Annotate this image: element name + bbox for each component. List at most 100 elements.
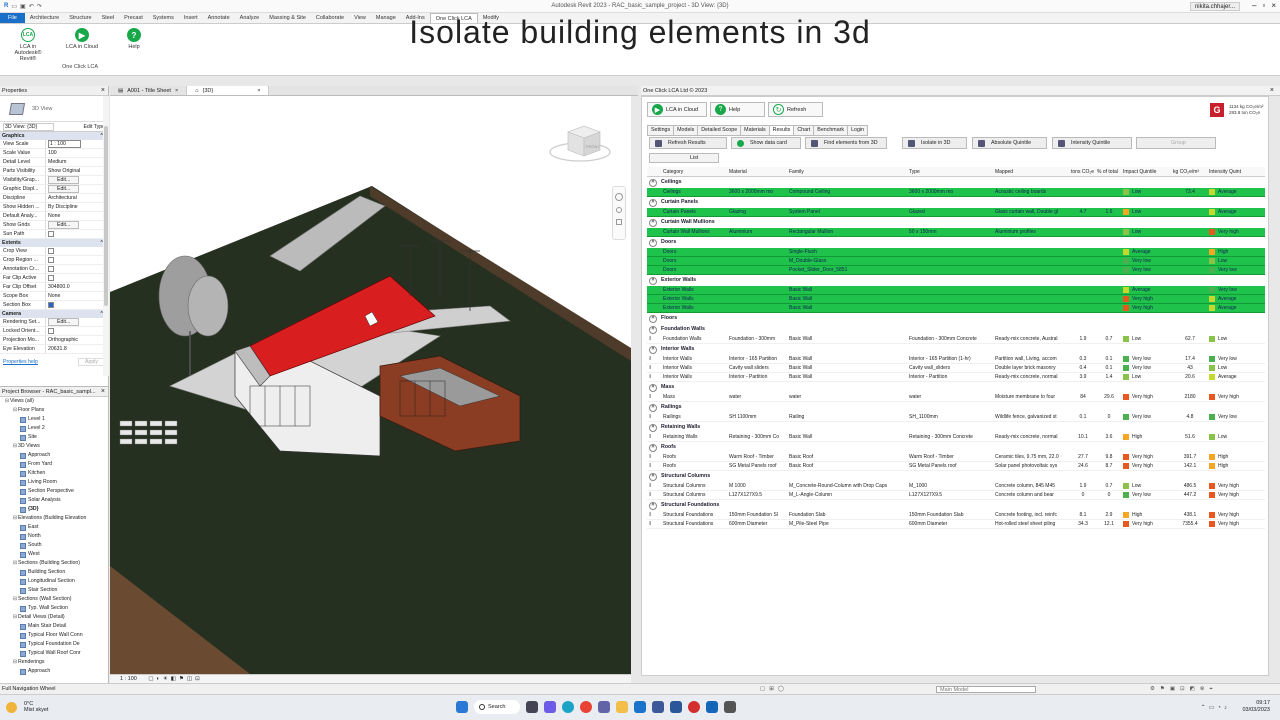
group-header[interactable]: ^ Mass xyxy=(647,382,1265,393)
isolate-in-3d-button[interactable]: Isolate in 3D xyxy=(902,137,967,149)
property-value[interactable]: 304800.0 xyxy=(46,283,108,291)
close-icon[interactable]: × xyxy=(1270,86,1274,96)
collapse-icon[interactable]: ^ xyxy=(649,423,657,432)
property-row[interactable]: Projection Mo... Orthographic xyxy=(0,336,108,345)
property-checkbox[interactable] xyxy=(48,327,54,334)
column-header[interactable]: Intensity Quint xyxy=(1207,167,1245,176)
media-icon[interactable] xyxy=(652,701,664,713)
browser-item[interactable]: ⊟ Views (all) xyxy=(0,397,108,406)
lca-in-revit-button[interactable]: LCA LCA in Autodesk® Revit® xyxy=(6,26,50,62)
property-row[interactable]: Show Grids Edit... xyxy=(0,221,108,230)
outlook-icon[interactable] xyxy=(634,701,646,713)
camera-category[interactable]: Camera xyxy=(0,310,108,318)
table-row[interactable]: ⦀ Structural Foundations 600mm Diameter M_P… xyxy=(647,520,1265,529)
property-value[interactable]: 20631.8 xyxy=(46,345,108,353)
task-view-icon[interactable] xyxy=(526,701,538,713)
windows-start-icon[interactable] xyxy=(456,701,468,713)
lca-tab-chart[interactable]: Chart xyxy=(793,125,814,136)
list-button[interactable]: List xyxy=(649,153,719,163)
system-tray[interactable]: ⌃▭◔♪ xyxy=(1201,704,1230,711)
column-header[interactable]: Category xyxy=(661,167,727,176)
browser-item[interactable]: From Yard xyxy=(0,460,108,469)
absolute-quintile-button[interactable]: Absolute Quintile xyxy=(972,137,1047,149)
browser-item[interactable]: Main Stair Detail xyxy=(0,622,108,631)
table-row[interactable]: ⦀ Doors M_Double-Glass Very low Low xyxy=(647,257,1265,266)
ribbon-tab-massing-site[interactable]: Massing & Site xyxy=(264,13,311,23)
element-icon[interactable]: ⦀ xyxy=(647,364,661,372)
element-icon[interactable]: ⦀ xyxy=(647,482,661,490)
element-icon[interactable]: ⦀ xyxy=(647,257,661,265)
close-icon[interactable]: × xyxy=(175,86,178,96)
browser-item[interactable]: Level 2 xyxy=(0,424,108,433)
table-row[interactable]: ⦀ Mass water water water Moisture membrane to… xyxy=(647,393,1265,402)
ribbon-tab-file[interactable]: File xyxy=(0,13,25,23)
extents-category[interactable]: Extents xyxy=(0,239,108,247)
property-row[interactable]: Crop View xyxy=(0,247,108,256)
browser-item[interactable]: Typical Wall Roof Conr xyxy=(0,649,108,658)
table-row[interactable]: ⦀ Structural Columns L127X127X9.5 M_L-Angle… xyxy=(647,491,1265,500)
browser-item[interactable]: ⊟ Sections (Building Section) xyxy=(0,559,108,568)
properties-scrollbar[interactable] xyxy=(103,96,109,376)
element-icon[interactable]: ⦀ xyxy=(647,373,661,381)
ribbon-tab-one-click-lca[interactable]: One Click LCA xyxy=(429,13,478,23)
lca-in-cloud-button[interactable]: ▶ LCA in Cloud xyxy=(647,102,707,117)
table-row[interactable]: ⦀ Exterior Walls Basic Wall Average Very low xyxy=(647,286,1265,295)
property-value[interactable]: Edit... xyxy=(46,221,108,229)
collapse-icon[interactable]: ^ xyxy=(649,472,657,481)
lca-tab-results[interactable]: Results xyxy=(768,125,794,136)
view-control-icons[interactable]: ▢◐☀◧⚑◫⊡ xyxy=(148,676,202,682)
collapse-icon[interactable]: ^ xyxy=(649,314,657,323)
edit-button[interactable]: Edit... xyxy=(48,221,80,229)
edge-icon[interactable] xyxy=(562,701,574,713)
browser-item[interactable]: Approach xyxy=(0,667,108,676)
browser-item[interactable]: Typical Floor Wall Conn xyxy=(0,631,108,640)
tab-title-sheet[interactable]: ▤ A001 - Title Sheet × xyxy=(110,86,188,96)
navigation-bar[interactable] xyxy=(612,186,626,240)
column-header[interactable] xyxy=(647,167,661,176)
teams-icon[interactable] xyxy=(598,701,610,713)
collapse-icon[interactable]: ^ xyxy=(649,345,657,354)
table-row[interactable]: ⦀ Roofs Warm Roof - Timber Basic Roof Warm R… xyxy=(647,453,1265,462)
table-row[interactable]: ⦀ Doors Single-Flush Average High xyxy=(647,248,1265,257)
apply-button[interactable]: Apply xyxy=(78,358,105,366)
browser-item[interactable]: Living Room xyxy=(0,478,108,487)
browser-item[interactable]: ⊟ Floor Plans xyxy=(0,406,108,415)
property-row[interactable]: Locked Orient... xyxy=(0,327,108,336)
property-value[interactable] xyxy=(46,247,108,255)
table-row[interactable]: ⦀ Railings SH 1100mm Railing SH_1100mm Wildli… xyxy=(647,413,1265,422)
browser-item[interactable]: ⊟ Elevations (Building Elevation xyxy=(0,514,108,523)
element-icon[interactable]: ⦀ xyxy=(647,208,661,216)
table-row[interactable]: ⦀ Curtain Wall Mullions Aluminium Rectangul… xyxy=(647,228,1265,237)
tab-3d-view[interactable]: ⌂ {3D} × xyxy=(187,86,270,95)
property-value[interactable] xyxy=(46,301,108,309)
property-row[interactable]: Annotation Cr... xyxy=(0,265,108,274)
collapse-icon[interactable]: ^ xyxy=(649,501,657,510)
group-header[interactable]: ^ Ceilings xyxy=(647,177,1265,188)
ribbon-tab-structure[interactable]: Structure xyxy=(64,13,96,23)
browser-item[interactable]: Longitudinal Section xyxy=(0,577,108,586)
app-icon[interactable] xyxy=(724,701,736,713)
lca-tab-benchmark[interactable]: Benchmark xyxy=(813,125,848,136)
close-icon[interactable]: × xyxy=(101,387,105,397)
zoom-icon[interactable] xyxy=(616,207,622,213)
property-row[interactable]: Graphic Displ... Edit... xyxy=(0,185,108,194)
property-checkbox[interactable] xyxy=(48,274,54,281)
property-value[interactable]: 100 xyxy=(46,149,108,157)
element-icon[interactable]: ⦀ xyxy=(647,413,661,421)
view-scale-selector[interactable]: 1 : 100 xyxy=(120,676,137,682)
help-button[interactable]: ? Help xyxy=(112,26,156,50)
lca-tab-detailed-scope[interactable]: Detailed Scope xyxy=(697,125,741,136)
collapse-icon[interactable]: ^ xyxy=(649,218,657,227)
property-row[interactable]: Scale Value 100 xyxy=(0,149,108,158)
property-row[interactable]: Eye Elevation 20631.8 xyxy=(0,345,108,354)
property-value[interactable] xyxy=(46,274,108,282)
minimize-icon[interactable]: – xyxy=(1252,0,1256,12)
group-header[interactable]: ^ Doors xyxy=(647,237,1265,248)
property-row[interactable]: Far Clip Offset 304800.0 xyxy=(0,283,108,292)
pan-icon[interactable] xyxy=(616,219,622,225)
property-value[interactable] xyxy=(46,230,108,238)
browser-item[interactable]: ⊟ Sections (Wall Section) xyxy=(0,595,108,604)
property-value[interactable] xyxy=(46,327,108,335)
table-row[interactable]: ⦀ Interior Walls Interior - Partition Basic… xyxy=(647,373,1265,382)
group-header[interactable]: ^ Foundation Walls xyxy=(647,324,1265,335)
